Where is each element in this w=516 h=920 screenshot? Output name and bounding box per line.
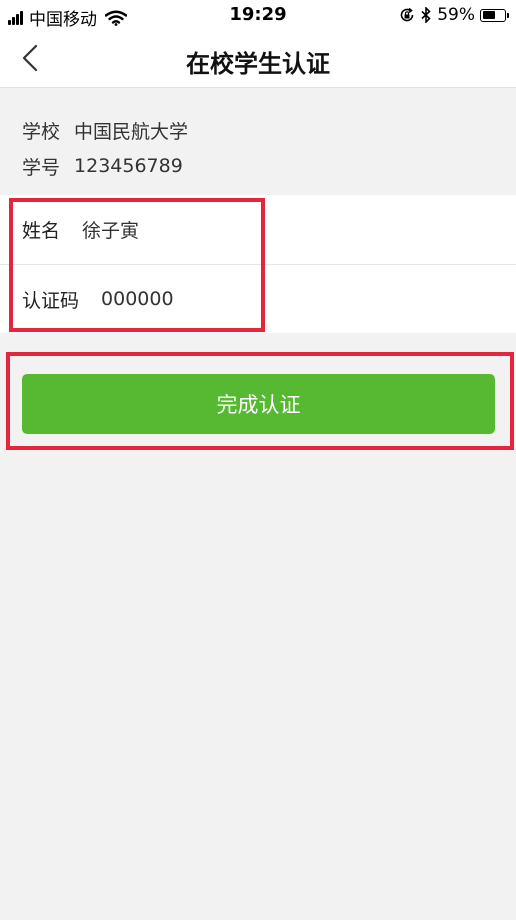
page-title: 在校学生认证 [186,50,330,78]
school-info: 学校 中国民航大学 学号 123456789 [22,112,188,184]
school-row: 学校 中国民航大学 [22,112,188,148]
nav-bar: 在校学生认证 [0,30,516,88]
student-id-row: 学号 123456789 [22,148,188,184]
student-id-label: 学号 [22,156,61,179]
student-id-value: 123456789 [74,155,183,177]
lock-rotation-icon [400,7,414,22]
highlight-box-form [9,198,265,332]
status-right: 59% [399,5,509,25]
highlight-box-button [6,352,514,450]
school-label: 学校 [22,120,61,143]
bluetooth-icon [421,7,431,23]
battery-fill [482,11,495,19]
battery-percent: 59% [437,5,475,25]
status-bar: 中国移动 19:29 59% [0,0,516,30]
battery-icon [480,8,509,22]
school-value: 中国民航大学 [74,120,189,143]
